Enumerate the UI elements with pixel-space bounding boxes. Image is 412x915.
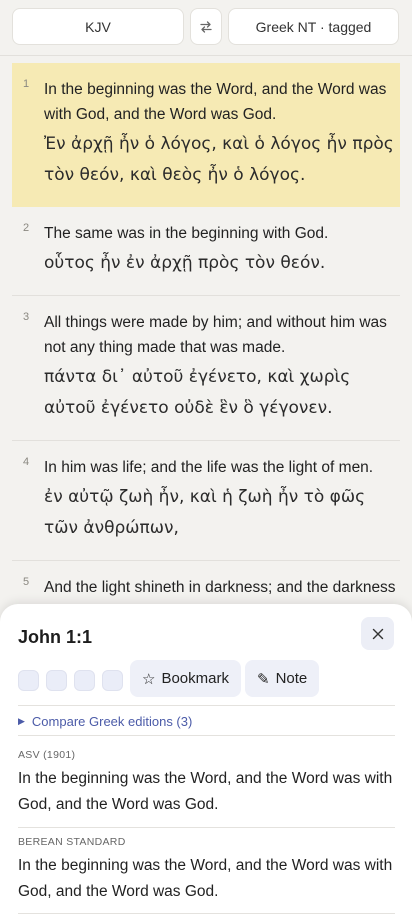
verse-english-text: All things were made by him; and without…	[44, 314, 387, 356]
left-translation-label: KJV	[85, 18, 111, 35]
verse-greek-text: ἐν αὐτῷ ζωὴ ἦν, καὶ ἡ ζωὴ ἦν τὸ φῶς τῶν …	[44, 487, 366, 538]
highlight-color-swatch[interactable]	[74, 670, 95, 691]
edition-name: BEREAN STANDARD	[18, 836, 126, 848]
note-button[interactable]: ✎ Note	[245, 660, 320, 697]
verse-number: 4	[23, 456, 30, 468]
verse-greek-text: Ἐν ἀρχῇ ἦν ὁ λόγος, καὶ ὁ λόγος ἦν πρὸς …	[44, 134, 394, 185]
edition-name: ASV (1901)	[18, 749, 76, 761]
highlight-color-swatch[interactable]	[18, 670, 39, 691]
expand-caret-icon: ▶	[18, 716, 25, 726]
verse-number: 1	[23, 78, 30, 90]
edition-text: In the beginning was the Word, and the W…	[18, 770, 393, 813]
divider	[18, 827, 395, 828]
right-translation-label: Greek NT · tagged	[255, 18, 372, 35]
verse-1[interactable]: 1 In the beginning was the Word, and the…	[12, 63, 400, 207]
highlight-color-swatch[interactable]	[102, 670, 123, 691]
verse-english-text: In the beginning was the Word, and the W…	[44, 81, 387, 123]
compare-label: Compare Greek editions (3)	[31, 714, 193, 729]
close-icon	[372, 628, 383, 639]
bookmark-icon: ☆	[142, 670, 156, 688]
verse-number: 5	[23, 576, 30, 588]
left-translation-button[interactable]: KJV	[12, 8, 184, 45]
verse-greek-text: πάντα δι᾽ αὐτοῦ ἐγένετο, καὶ χωρὶς αὐτοῦ…	[44, 367, 351, 418]
top-bar: KJV Greek NT · tagged	[0, 0, 412, 56]
bookmark-label: Bookmark	[161, 670, 229, 687]
verse-greek-text: οὗτος ἦν ἐν ἀρχῇ πρὸς τὸν θεόν.	[44, 253, 326, 273]
verse-english-text: The same was in the beginning with God.	[44, 225, 329, 242]
bookmark-button[interactable]: ☆ Bookmark	[130, 660, 241, 697]
verse-number: 3	[23, 311, 30, 323]
verse-english-text: In him was life; and the life was the li…	[44, 459, 374, 476]
close-button[interactable]	[361, 617, 394, 650]
highlight-color-swatch[interactable]	[46, 670, 67, 691]
right-translation-button[interactable]: Greek NT · tagged	[228, 8, 399, 45]
verse-2[interactable]: 2 The same was in the beginning with God…	[12, 207, 400, 296]
verse-number: 2	[23, 222, 30, 234]
verse-4[interactable]: 4 In him was life; and the life was the …	[12, 441, 400, 561]
swap-arrows-icon	[200, 20, 212, 33]
verse-list: 1 In the beginning was the Word, and the…	[12, 63, 400, 642]
swap-translations-button[interactable]	[190, 8, 222, 45]
verse-reference-title: John 1:1	[18, 627, 93, 647]
divider	[18, 913, 395, 914]
note-icon: ✎	[257, 670, 270, 688]
divider	[18, 705, 395, 706]
note-label: Note	[275, 670, 308, 687]
verse-detail-sheet: John 1:1 ☆ Bookmark ✎ Note ▶ Compare Gre…	[0, 604, 412, 915]
verse-3[interactable]: 3 All things were made by him; and witho…	[12, 296, 400, 441]
edition-text: In the beginning was the Word, and the W…	[18, 857, 393, 900]
compare-greek-editions-toggle[interactable]: ▶ Compare Greek editions (3)	[18, 714, 192, 729]
divider	[18, 735, 395, 736]
